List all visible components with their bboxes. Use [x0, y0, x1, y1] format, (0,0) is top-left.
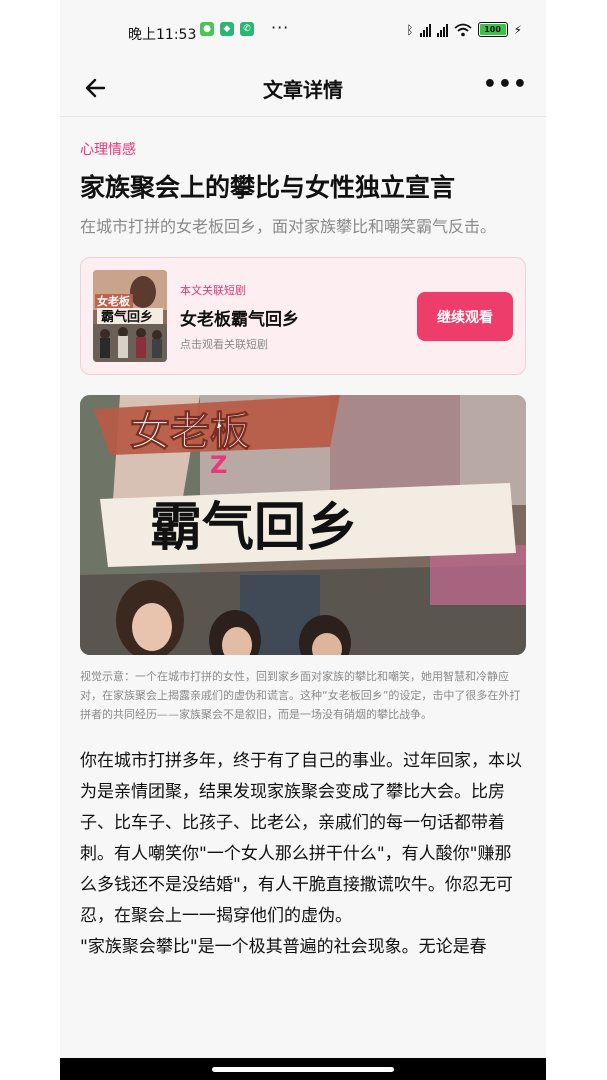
article-body: 你在城市打拼多年，终于有了自己的事业。过年回家，本以为是亲情团聚，结果发现家族聚… — [80, 746, 526, 963]
poster-text-1: 女老板 — [97, 294, 131, 308]
home-indicator[interactable] — [212, 1067, 394, 1072]
continue-watching-button[interactable]: 继续观看 — [417, 292, 513, 341]
battery-icon: 100 — [477, 22, 508, 37]
poster-text-2: 霸气回乡 — [101, 309, 153, 325]
image-caption: 视觉示意：一个在城市打拼的女性，回到家乡面对家族的攀比和嘲笑，她用智慧和冷静应对… — [80, 670, 521, 721]
page-title: 文章详情 — [263, 78, 343, 102]
drama-poster-thumbnail[interactable]: 女老板 霸气回乡 — [93, 270, 167, 362]
phone-app-icon: ✆ — [240, 22, 254, 36]
wifi-icon — [453, 23, 472, 36]
hero-text-1: 女老板 — [130, 409, 250, 455]
drama-hint: 点击观看关联短剧 — [180, 338, 268, 351]
drama-tag: 本文关联短剧 — [180, 284, 246, 297]
shield-app-icon: ◆ — [220, 22, 234, 36]
signal-icon — [419, 23, 431, 37]
body-paragraph: "家族聚会攀比"是一个极其普遍的社会现象。无论是春 — [80, 937, 487, 957]
hero-image: 女老板 Z 霸气回乡 — [80, 395, 526, 671]
nav-bar: 文章详情 ••• — [60, 62, 546, 117]
status-app-icons: ● ◆ ✆ — [200, 22, 254, 36]
article-subtitle: 在城市打拼的女老板回乡，面对家族攀比和嘲笑霸气反击。 — [80, 217, 497, 236]
bluetooth-icon: ᛒ — [406, 22, 414, 37]
signal-icon-2 — [436, 23, 448, 37]
hero-text-2: Z — [210, 451, 227, 479]
body-paragraph: 你在城市打拼多年，终于有了自己的事业。过年回家，本以为是亲情团聚，结果发现家族聚… — [80, 751, 522, 926]
wechat-icon: ● — [200, 22, 214, 36]
more-options-icon[interactable]: ••• — [483, 72, 528, 97]
drama-name: 女老板霸气回乡 — [180, 310, 299, 330]
home-indicator-bar — [60, 1058, 546, 1080]
charging-icon: ⚡ — [513, 22, 522, 37]
status-time: 晚上11:53 — [128, 27, 197, 43]
article-title: 家族聚会上的攀比与女性独立宣言 — [80, 173, 456, 202]
article-category[interactable]: 心理情感 — [80, 139, 526, 159]
related-drama-card[interactable]: 女老板 霸气回乡 本文关联短剧 女老板霸气回乡 点击观看关联短剧 继续观看 — [80, 257, 526, 375]
status-more-dots: ··· — [271, 18, 290, 37]
status-bar: 晚上11:53 ● ◆ ✆ ··· ᛒ 100 ⚡ — [60, 0, 546, 62]
status-right-icons: ᛒ 100 ⚡ — [406, 22, 522, 37]
article-content: 心理情感 家族聚会上的攀比与女性独立宣言 在城市打拼的女老板回乡，面对家族攀比和… — [80, 117, 526, 963]
hero-text-3: 霸气回乡 — [150, 498, 358, 558]
article-page: 晚上11:53 ● ◆ ✆ ··· ᛒ 100 ⚡ 文章详情 ••• 心理情感 — [60, 0, 546, 1080]
